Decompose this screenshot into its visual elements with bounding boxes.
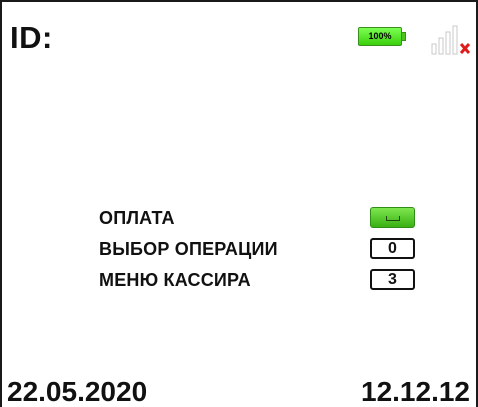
menu-item-label: ОПЛАТА xyxy=(99,208,175,228)
terminal-id-label: ID: xyxy=(10,20,53,55)
key-3-button[interactable]: 3 xyxy=(370,269,415,290)
battery-icon: 100% xyxy=(358,27,407,46)
menu-item-label: ВЫБОР ОПЕРАЦИИ xyxy=(99,239,278,259)
enter-key-icon[interactable] xyxy=(370,207,415,228)
battery-level-text: 100% xyxy=(368,31,392,41)
key-0-button[interactable]: 0 xyxy=(370,238,415,259)
menu-item-cashier-menu[interactable]: МЕНЮ КАССИРА 3 xyxy=(99,269,439,300)
date-display: 22.05.2020 xyxy=(7,376,148,407)
menu-item-payment[interactable]: ОПЛАТА xyxy=(99,207,439,238)
menu-item-label: МЕНЮ КАССИРА xyxy=(99,270,251,290)
menu-item-select-operation[interactable]: ВЫБОР ОПЕРАЦИИ 0 xyxy=(99,238,439,269)
no-signal-x-icon xyxy=(459,43,471,54)
enter-mark xyxy=(386,216,400,221)
terminal-screen: ID: 100% ОПЛАТА ВЫБОР ОПЕРАЦИИ 0 МЕНЮ КА… xyxy=(0,0,478,407)
main-menu: ОПЛАТА ВЫБОР ОПЕРАЦИИ 0 МЕНЮ КАССИРА 3 xyxy=(99,207,439,300)
time-display: 12.12.12 xyxy=(361,376,470,407)
battery-tip xyxy=(402,32,406,41)
signal-icon xyxy=(431,22,477,58)
